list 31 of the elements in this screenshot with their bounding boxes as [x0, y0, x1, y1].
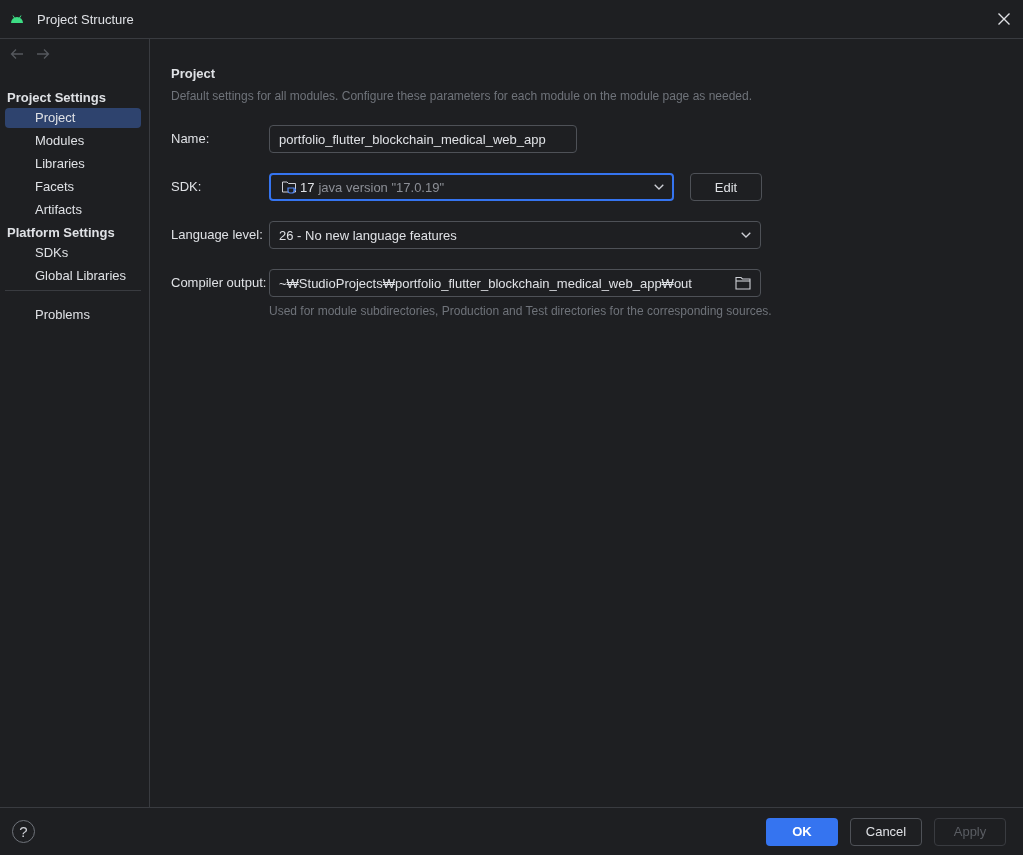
sidebar-item[interactable]: Artifacts	[5, 200, 141, 220]
close-icon[interactable]	[998, 13, 1010, 25]
chevron-down-icon	[741, 232, 751, 238]
sidebar-item[interactable]: Modules	[5, 131, 141, 151]
sidebar-item[interactable]: Problems	[5, 305, 141, 325]
path-field[interactable]: ~₩StudioProjects₩portfolio_flutter_blockchain_medical_web_app₩out	[269, 269, 761, 297]
sidebar-item[interactable]: SDKs	[5, 243, 141, 263]
window-title: Project Structure	[37, 11, 134, 27]
sidebar-heading: Platform Settings	[6, 224, 116, 242]
edit-button[interactable]: Edit	[690, 173, 762, 201]
dropdown[interactable]: 17 java version "17.0.19"	[269, 173, 674, 201]
sidebar-item[interactable]: Facets	[5, 177, 141, 197]
field-label: Name:	[171, 130, 211, 148]
sidebar-heading: Project Settings	[6, 89, 107, 107]
sidebar-item[interactable]: Project	[5, 108, 141, 128]
field-label: Language level:	[171, 226, 264, 244]
sidebar-item[interactable]: Global Libraries	[5, 266, 141, 286]
chevron-down-icon	[654, 184, 664, 190]
folder-cup-icon	[281, 179, 297, 195]
sidebar-item[interactable]: Libraries	[5, 154, 141, 174]
field-label: Compiler output:	[171, 274, 268, 292]
android-icon	[11, 15, 23, 23]
panel-description: Default settings for all modules. Configure these parameters for each module on the module page as needed.	[171, 88, 753, 104]
field-hint: Used for module subdirectories, Production and Test directories for the corresponding sources.	[269, 303, 772, 319]
dropdown[interactable]: 26 - No new language features	[269, 221, 761, 249]
folder-icon[interactable]	[735, 276, 751, 290]
dialog-button[interactable]: Cancel	[850, 817, 922, 846]
field-label: SDK:	[171, 178, 203, 196]
name-field[interactable]: portfolio_flutter_blockchain_medical_web_app	[269, 125, 577, 153]
dialog-button[interactable]: OK	[766, 817, 838, 846]
panel-title: Project	[171, 65, 217, 83]
